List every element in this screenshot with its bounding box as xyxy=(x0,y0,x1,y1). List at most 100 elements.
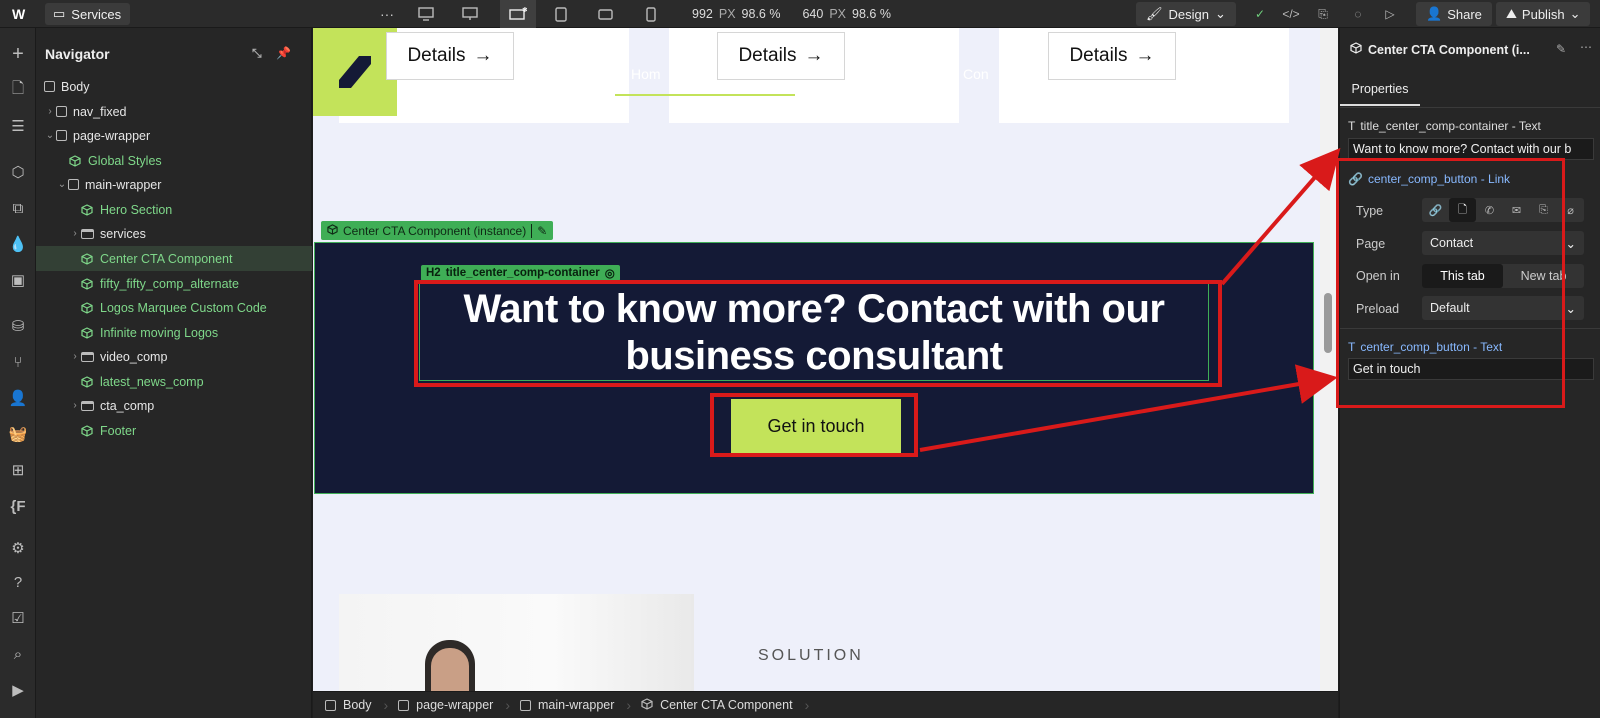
breadcrumb: Body › page-wrapper › main-wrapper › Cen… xyxy=(313,691,1338,718)
breadcrumb-item[interactable]: Body xyxy=(319,698,380,712)
tree-item-nav-fixed[interactable]: › nav_fixed xyxy=(36,99,312,124)
code-icon[interactable]: </> xyxy=(1278,0,1304,28)
collapse-icon[interactable]: ⤡ xyxy=(252,46,262,61)
nav-link-contact[interactable]: Con xyxy=(963,66,989,82)
check-circle-icon[interactable]: ✓ xyxy=(1247,0,1273,28)
component-icon: ◎ xyxy=(604,268,615,280)
photo-face xyxy=(431,648,469,691)
h2-element-label[interactable]: H2 title_center_comp-container ◎ xyxy=(421,265,620,281)
element-box-icon xyxy=(519,699,531,711)
help-icon[interactable]: ? xyxy=(6,570,30,594)
video-tutorial-icon[interactable]: ▶ xyxy=(6,678,30,702)
pages-icon[interactable]: 🗋 xyxy=(6,78,30,102)
webflow-logo[interactable]: W xyxy=(12,0,25,28)
width-zoom: 98.6 % xyxy=(741,7,781,21)
navigator-header: Navigator ⤡ 📌 xyxy=(36,28,312,80)
chevron-right-icon[interactable]: › xyxy=(69,228,81,239)
mobile-portrait-icon[interactable] xyxy=(636,0,666,28)
desktop-large-icon[interactable] xyxy=(411,0,441,28)
properties-panel: Center CTA Component (i... ✎ ⋯ Propertie… xyxy=(1336,28,1600,718)
tree-item-center-cta-component[interactable]: Center CTA Component xyxy=(36,246,312,271)
apps-icon[interactable]: ⊞ xyxy=(6,458,30,482)
section-icon xyxy=(81,351,94,362)
more-options-icon[interactable]: ··· xyxy=(380,0,394,28)
publish-button[interactable]: ⛰ Publish ⌄ xyxy=(1496,2,1591,26)
tree-item-page-wrapper[interactable]: ⌄ page-wrapper xyxy=(36,123,312,148)
design-mode-button[interactable]: 🖌 Design ⌄ xyxy=(1136,2,1236,26)
chevron-down-icon: ⌄ xyxy=(1569,6,1581,21)
desktop-base-icon[interactable]: ✱ xyxy=(500,0,536,28)
breadcrumb-separator: › xyxy=(383,697,389,713)
cms-icon[interactable]: ⛁ xyxy=(6,314,30,338)
pin-icon[interactable]: 📌 xyxy=(276,46,291,60)
ecommerce-icon[interactable]: 🧺 xyxy=(6,422,30,446)
details-button[interactable]: Details → xyxy=(386,32,514,80)
breadcrumb-separator: › xyxy=(626,697,632,713)
tree-item-footer[interactable]: Footer xyxy=(36,418,312,443)
add-panel-icon[interactable]: + xyxy=(6,42,30,66)
comments-icon[interactable]: ◌ xyxy=(1345,0,1371,28)
chevron-right-icon[interactable]: › xyxy=(44,106,56,117)
chevron-right-icon[interactable]: › xyxy=(69,351,81,362)
height-value[interactable]: 640 xyxy=(802,7,823,21)
tree-item-infinite-logos[interactable]: Infinite moving Logos xyxy=(36,320,312,345)
settings-gear-icon[interactable]: ⚙ xyxy=(6,536,30,560)
tablet-icon[interactable] xyxy=(546,0,576,28)
element-box-icon xyxy=(68,179,79,190)
share-button[interactable]: 👤 Share xyxy=(1416,2,1492,26)
tree-item-main-wrapper[interactable]: ⌄ main-wrapper xyxy=(36,172,312,197)
title-text-field[interactable]: Want to know more? Contact with our b xyxy=(1348,138,1594,160)
tree-item-latest-news[interactable]: latest_news_comp xyxy=(36,369,312,394)
component-icon xyxy=(81,203,95,216)
width-value[interactable]: 992 xyxy=(692,7,713,21)
mobile-landscape-icon[interactable] xyxy=(590,0,620,28)
component-icon xyxy=(81,375,95,388)
brand-logo[interactable] xyxy=(313,28,397,116)
section-icon xyxy=(81,400,94,411)
tree-item-cta-comp[interactable]: › cta_comp xyxy=(36,393,312,418)
edit-component-icon[interactable]: ✎ xyxy=(1556,42,1566,56)
annotation-box-properties xyxy=(1336,158,1565,408)
assets-icon[interactable]: ▣ xyxy=(6,268,30,292)
arrow-right-icon: → xyxy=(473,45,493,66)
component-instance-label[interactable]: Center CTA Component (instance) ✎ xyxy=(321,221,554,240)
breadcrumb-separator: › xyxy=(804,697,810,713)
preview-play-icon[interactable]: ▷ xyxy=(1377,0,1403,28)
style-selectors-icon[interactable]: ⧉ xyxy=(6,196,30,220)
chevron-down-icon[interactable]: ⌄ xyxy=(56,179,68,190)
tree-item-hero-section[interactable]: Hero Section xyxy=(36,197,312,222)
tree-item-services[interactable]: › services xyxy=(36,221,312,246)
chevron-right-icon[interactable]: › xyxy=(69,400,81,411)
users-icon[interactable]: 👤 xyxy=(6,386,30,410)
finsweet-icon[interactable]: {F xyxy=(6,494,30,518)
tree-item-video-comp[interactable]: › video_comp xyxy=(36,344,312,369)
desktop-icon[interactable] xyxy=(455,0,485,28)
page-selector[interactable]: ▭ Services xyxy=(45,3,131,25)
edit-pencil-icon[interactable]: ✎ xyxy=(531,223,547,238)
audit-icon[interactable]: ⎘ xyxy=(1310,0,1336,28)
height-zoom: 98.6 % xyxy=(852,7,891,21)
breadcrumb-item[interactable]: page-wrapper xyxy=(392,698,501,712)
tree-item-body[interactable]: Body xyxy=(36,74,312,99)
tree-item-logos-marquee[interactable]: Logos Marquee Custom Code xyxy=(36,295,312,320)
breadcrumb-item[interactable]: main-wrapper xyxy=(514,698,622,712)
checklist-icon[interactable]: ☑ xyxy=(6,606,30,630)
search-icon[interactable]: ⌕ xyxy=(6,642,30,666)
tab-properties[interactable]: Properties xyxy=(1340,74,1420,106)
component-icon xyxy=(81,252,95,265)
tree-item-global-styles[interactable]: Global Styles xyxy=(36,148,312,173)
scroll-thumb[interactable] xyxy=(1324,293,1332,353)
tree-item-fifty-fifty[interactable]: fifty_fifty_comp_alternate xyxy=(36,271,312,296)
more-options-icon[interactable]: ⋯ xyxy=(1580,40,1592,54)
details-button[interactable]: Details → xyxy=(717,32,845,80)
details-button[interactable]: Details → xyxy=(1048,32,1176,80)
variables-icon[interactable]: 💧 xyxy=(6,232,30,256)
breadcrumb-separator: › xyxy=(505,697,510,713)
navigator-icon[interactable]: ☰ xyxy=(6,114,30,138)
breadcrumb-item[interactable]: Center CTA Component xyxy=(635,697,800,713)
nav-link-home[interactable]: Hom xyxy=(631,66,661,82)
logic-icon[interactable]: ⑂ xyxy=(6,350,30,374)
components-icon[interactable]: ⬡ xyxy=(6,160,30,184)
chevron-down-icon[interactable]: ⌄ xyxy=(44,130,56,141)
width-unit: PX xyxy=(718,7,736,21)
